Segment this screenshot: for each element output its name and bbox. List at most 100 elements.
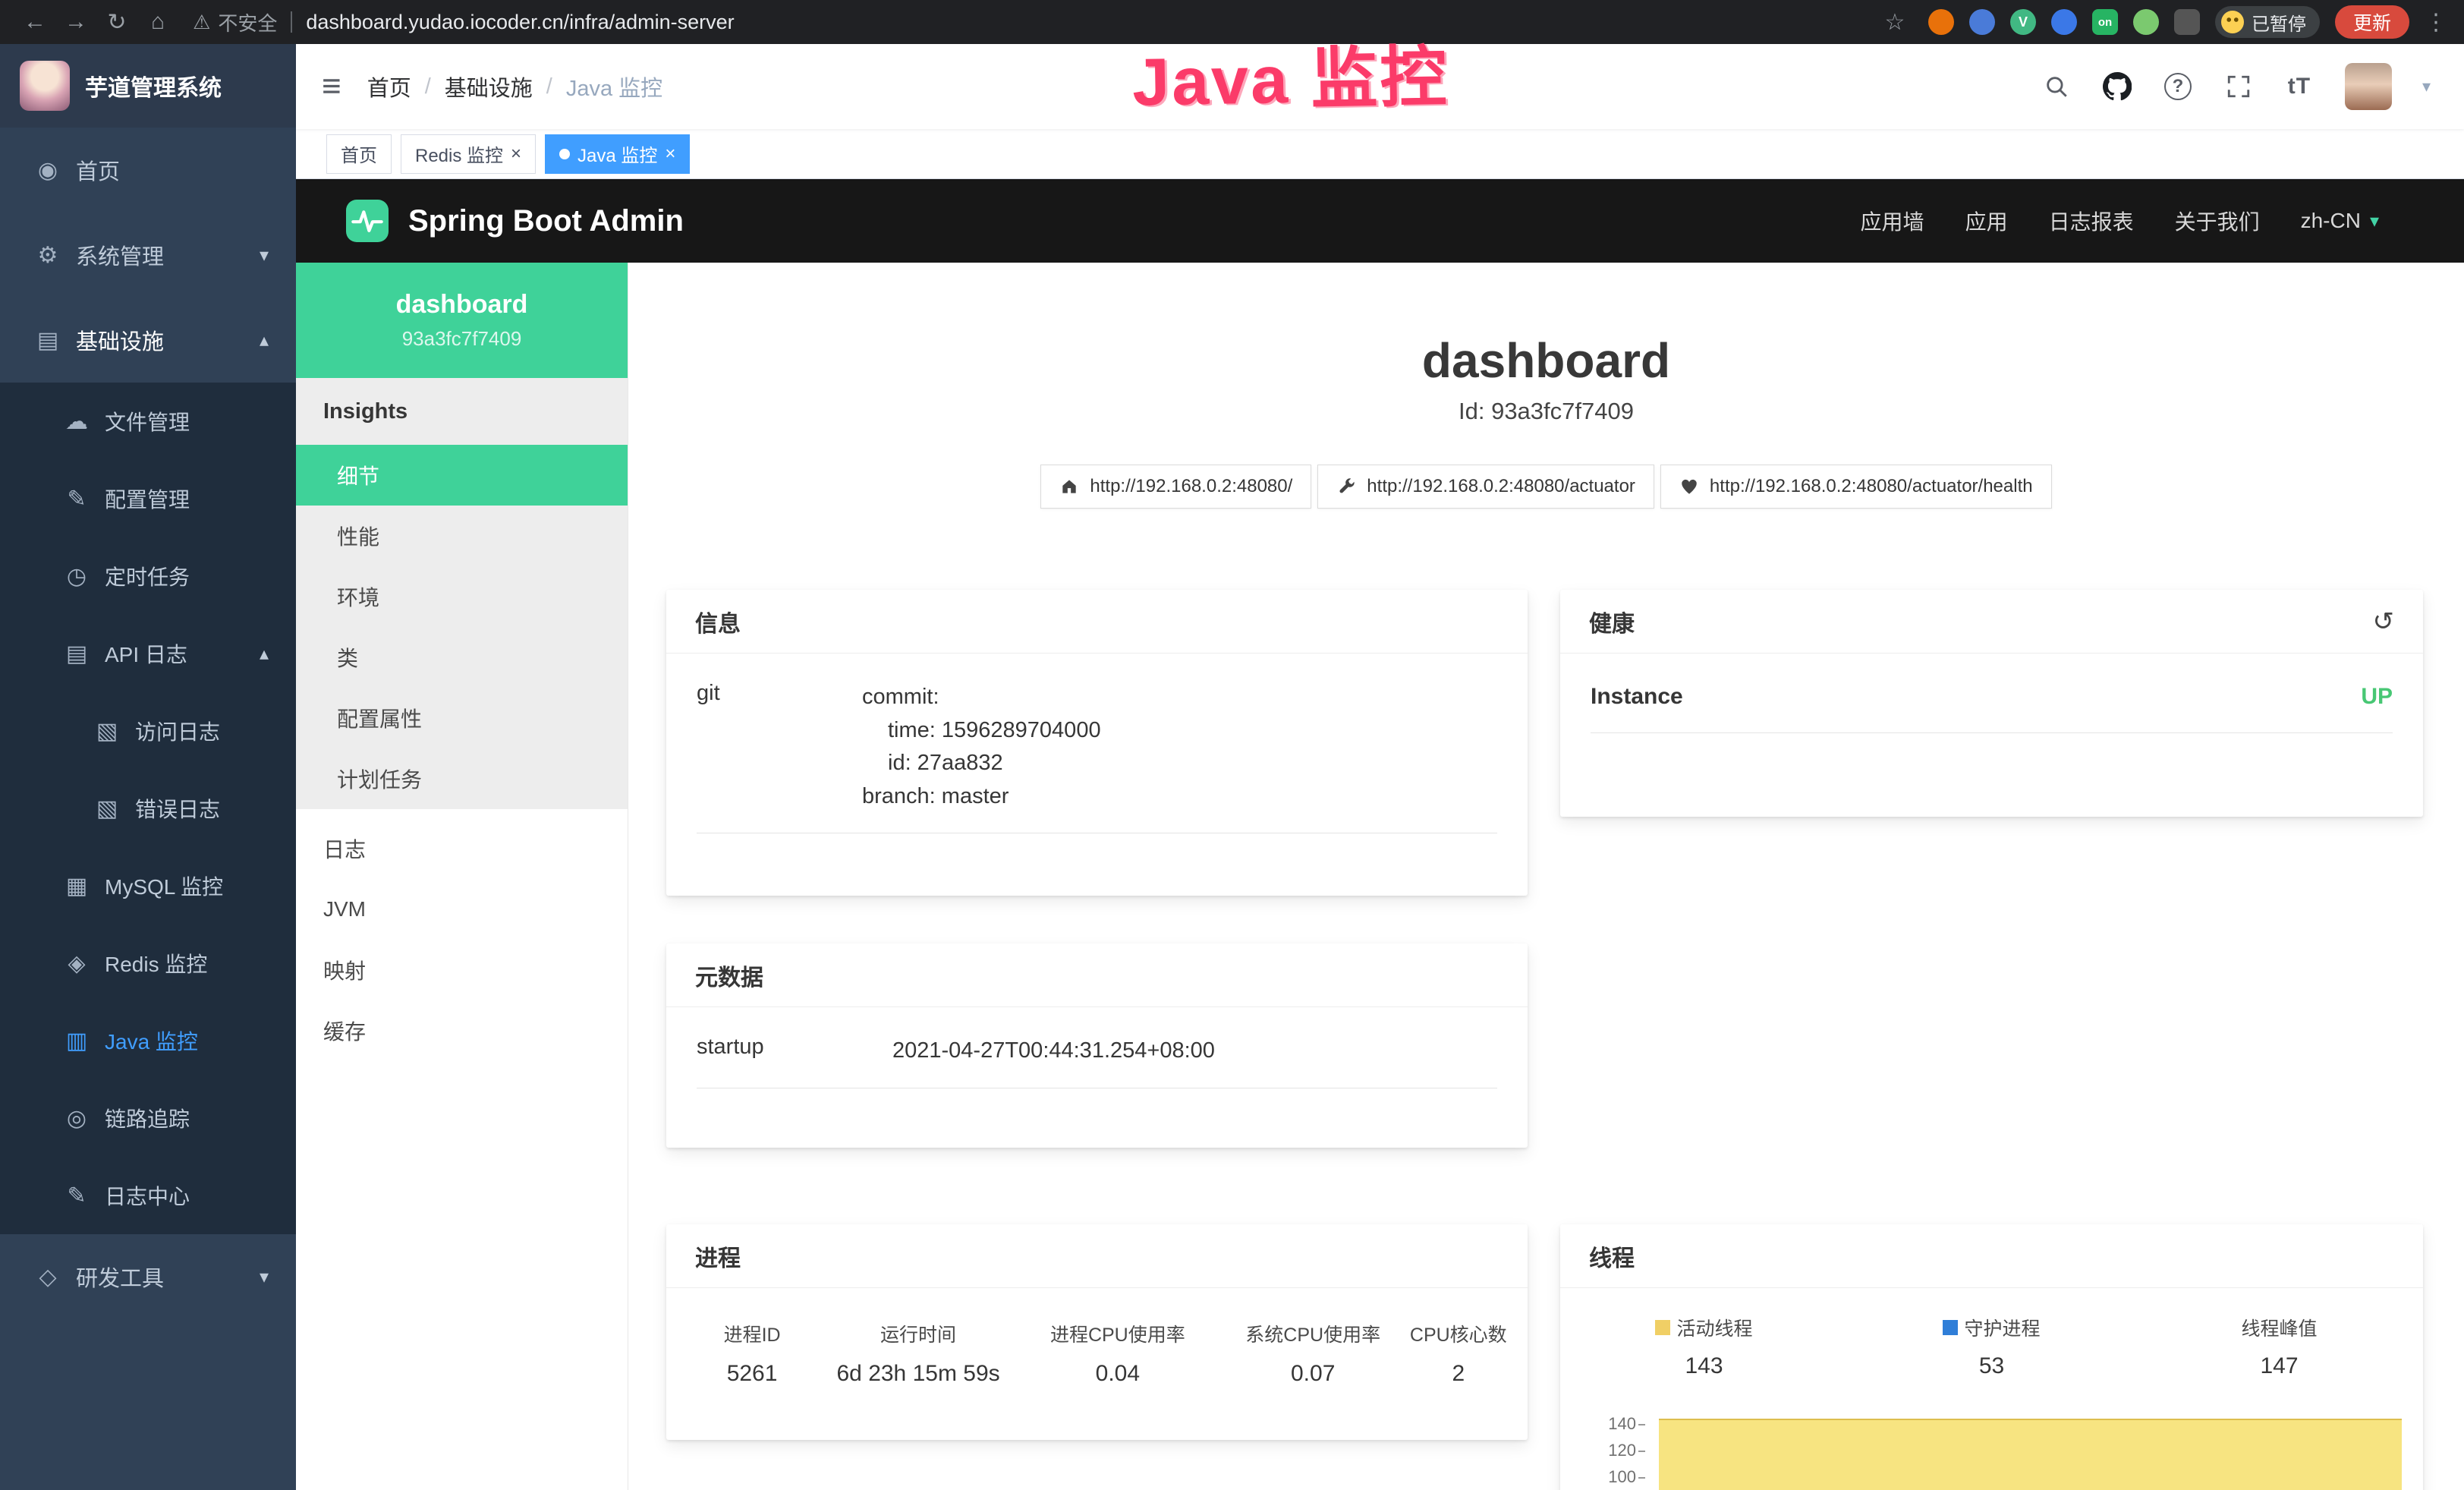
switch-on-extension-icon[interactable]: on (2092, 9, 2118, 35)
document-icon: ▧ (90, 718, 124, 745)
github-icon[interactable] (2102, 70, 2132, 103)
health-instance-row[interactable]: Instance UP (1591, 684, 2393, 733)
screen: ← → ↻ ⌂ ⚠ 不安全 dashboard.yudao.iocoder.cn… (0, 0, 2464, 1490)
tab-home[interactable]: 首页 (326, 134, 392, 174)
sidebar-item-file-management[interactable]: ☁ 文件管理 (0, 383, 296, 460)
sidebar-item-home[interactable]: ◉ 首页 (0, 128, 296, 213)
tab-close-icon[interactable]: × (665, 145, 675, 163)
sba-item-scheduled-tasks[interactable]: 计划任务 (296, 748, 628, 809)
legend-daemon-threads: 守护进程 53 (1848, 1314, 2135, 1379)
history-icon[interactable]: ↺ (2373, 606, 2395, 637)
threads-card-title: 线程 (1560, 1224, 2423, 1288)
sidebar-item-api-logs[interactable]: ▤ API 日志 ▴ (0, 615, 296, 692)
vue-devtools-icon[interactable]: V (2010, 9, 2036, 35)
sba-item-classes[interactable]: 类 (296, 627, 628, 688)
sba-brand[interactable]: Spring Boot Admin (346, 200, 684, 242)
tab-redis-monitor[interactable]: Redis 监控 × (401, 134, 536, 174)
edit-icon: ✎ (59, 486, 94, 512)
tab-label: Java 监控 (577, 140, 657, 167)
language-selector[interactable]: zh-CN ▾ (2301, 209, 2379, 233)
help-icon[interactable]: ? (2163, 70, 2193, 103)
document-icon: ▧ (90, 795, 124, 822)
fullscreen-icon[interactable] (2223, 70, 2254, 103)
sidebar-item-dev-tools[interactable]: ◇ 研发工具 ▾ (0, 1234, 296, 1319)
sba-nav-applications[interactable]: 应用 (1965, 206, 2008, 236)
url-text[interactable]: dashboard.yudao.iocoder.cn/infra/admin-s… (306, 11, 734, 34)
health-url-link[interactable]: http://192.168.0.2:48080/actuator/health (1660, 465, 2052, 509)
heart-icon (1679, 477, 1699, 496)
forward-icon[interactable]: → (58, 9, 94, 35)
breadcrumb-home[interactable]: 首页 (367, 71, 411, 102)
bookmark-star-icon[interactable]: ☆ (1877, 9, 1913, 36)
security-warning-icon[interactable]: ⚠ (193, 11, 210, 34)
address-bar[interactable]: ⚠ 不安全 dashboard.yudao.iocoder.cn/infra/a… (181, 8, 1872, 36)
page-subtitle: Id: 93a3fc7f7409 (628, 398, 2464, 425)
sidebar-item-mysql-monitor[interactable]: ▦ MySQL 监控 (0, 847, 296, 925)
redis-icon: ◈ (59, 950, 94, 977)
sba-item-config-props[interactable]: 配置属性 (296, 688, 628, 748)
sidebar-item-log-center[interactable]: ✎ 日志中心 (0, 1157, 296, 1234)
sba-item-logs[interactable]: 日志 (296, 818, 628, 879)
user-avatar[interactable] (2345, 63, 2392, 110)
back-icon[interactable]: ← (17, 9, 53, 35)
sidebar-item-infrastructure[interactable]: ▤ 基础设施 ▴ (0, 298, 296, 383)
browser-home-icon[interactable]: ⌂ (140, 9, 176, 35)
metadata-card-title: 元数据 (666, 943, 1528, 1007)
sba-nav-about[interactable]: 关于我们 (2175, 206, 2260, 236)
reload-icon[interactable]: ↻ (99, 9, 135, 36)
sidebar-item-system-management[interactable]: ⚙ 系统管理 ▾ (0, 213, 296, 298)
sba-item-mappings[interactable]: 映射 (296, 940, 628, 1000)
tab-close-icon[interactable]: × (511, 145, 521, 163)
sidebar-item-scheduled-jobs[interactable]: ◷ 定时任务 (0, 537, 296, 615)
live-threads-area (1659, 1419, 2402, 1490)
app-logo[interactable]: 芋道管理系统 (0, 44, 296, 128)
tab-java-monitor[interactable]: Java 监控 × (545, 134, 690, 174)
legend-value: 53 (1979, 1353, 2004, 1379)
sba-header: Spring Boot Admin 应用墙 应用 日志报表 关于我们 zh-CN… (296, 179, 2464, 263)
process-col-pid: 进程ID 5261 (681, 1320, 823, 1387)
sba-item-environment[interactable]: 环境 (296, 566, 628, 627)
sba-item-details[interactable]: 细节 (296, 445, 628, 506)
column-value: 5261 (727, 1361, 778, 1387)
sba-content: dashboard Id: 93a3fc7f7409 http://192.16… (628, 263, 2464, 1490)
sidebar-item-error-logs[interactable]: ▧ 错误日志 (0, 770, 296, 847)
sidebar-item-access-logs[interactable]: ▧ 访问日志 (0, 692, 296, 770)
breadcrumb-infrastructure[interactable]: 基础设施 (445, 71, 533, 102)
font-size-icon[interactable]: tT (2284, 70, 2315, 103)
threads-legend: 活动线程 143 守护进程 53 (1560, 1288, 2423, 1379)
sidebar-item-label: 日志中心 (105, 1180, 190, 1211)
sba-nav-wallboard[interactable]: 应用墙 (1861, 206, 1924, 236)
column-header: 进程ID (724, 1320, 781, 1347)
sba-item-metrics[interactable]: 性能 (296, 506, 628, 566)
sba-item-jvm[interactable]: JVM (296, 879, 628, 940)
extension-icon-1[interactable] (1928, 9, 1954, 35)
chrome-menu-icon[interactable]: ⋮ (2425, 9, 2447, 36)
sba-item-caches[interactable]: 缓存 (296, 1000, 628, 1061)
extension-icon-4[interactable] (2051, 9, 2077, 35)
log-icon: ▤ (59, 641, 94, 667)
info-card-title: 信息 (666, 590, 1528, 654)
sidebar-item-redis-monitor[interactable]: ◈ Redis 监控 (0, 925, 296, 1002)
extension-icon-2[interactable] (1969, 9, 1995, 35)
sidebar-item-link-tracing[interactable]: ◎ 链路追踪 (0, 1079, 296, 1157)
sidebar-item-config-management[interactable]: ✎ 配置管理 (0, 460, 296, 537)
puzzle-extension-icon[interactable] (2174, 9, 2200, 35)
instance-block[interactable]: dashboard 93a3fc7f7409 (296, 263, 628, 378)
user-menu-caret-icon[interactable]: ▾ (2422, 77, 2431, 96)
service-url-link[interactable]: http://192.168.0.2:48080/ (1040, 465, 1311, 509)
actuator-url-link[interactable]: http://192.168.0.2:48080/actuator (1317, 465, 1654, 509)
search-icon[interactable] (2041, 70, 2072, 103)
health-instance-label: Instance (1591, 684, 1683, 710)
sba-nav-journal[interactable]: 日志报表 (2049, 206, 2134, 236)
language-label: zh-CN (2301, 209, 2361, 233)
gear-icon: ⚙ (30, 242, 65, 269)
leaf-extension-icon[interactable] (2133, 9, 2159, 35)
sidebar-collapse-icon[interactable]: ≡ (322, 68, 341, 106)
page-title: dashboard (628, 332, 2464, 389)
language-caret-icon: ▾ (2370, 210, 2379, 232)
sidebar-item-java-monitor[interactable]: ▥ Java 监控 (0, 1002, 296, 1079)
chrome-update-button[interactable]: 更新 (2335, 5, 2409, 39)
info-key: git (697, 681, 862, 813)
sba-nav: 应用墙 应用 日志报表 关于我们 zh-CN ▾ (1861, 206, 2379, 236)
profile-paused-pill[interactable]: 已暂停 (2215, 6, 2320, 38)
